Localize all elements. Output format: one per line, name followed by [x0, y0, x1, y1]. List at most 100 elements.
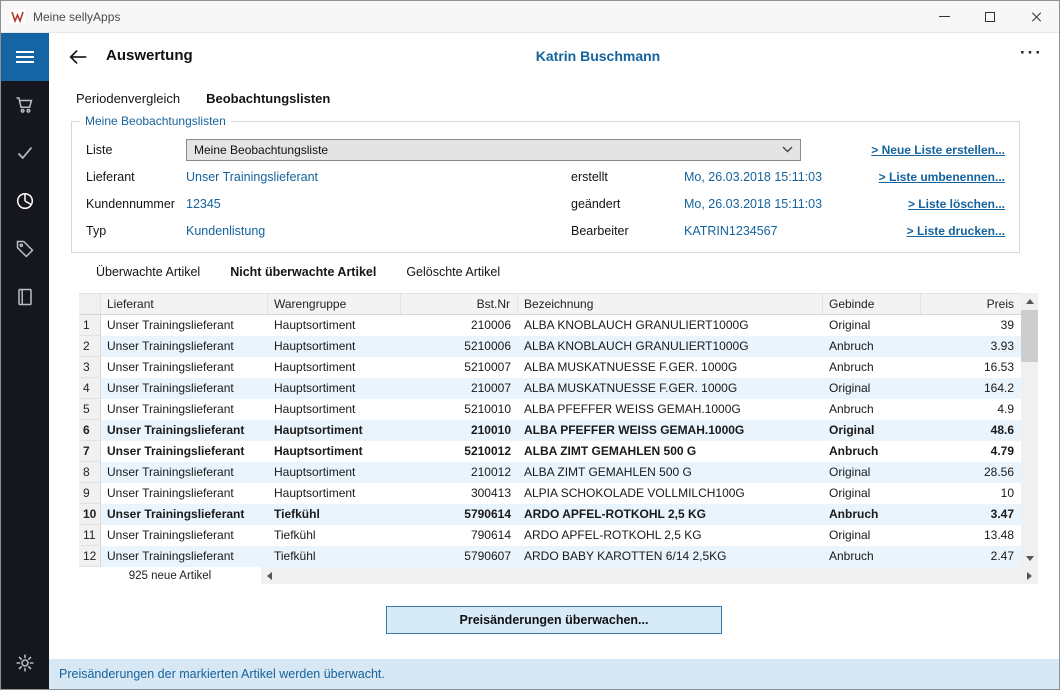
table-row[interactable]: 9 Unser Trainingslieferant Hauptsortimen…: [79, 483, 1021, 504]
scroll-down-button[interactable]: [1021, 550, 1038, 567]
table-row[interactable]: 3 Unser Trainingslieferant Hauptsortimen…: [79, 357, 1021, 378]
nav-prices[interactable]: [1, 225, 49, 273]
cell-bstnr: 210006: [401, 315, 518, 336]
row-number: 9: [79, 483, 101, 504]
cell-gebinde: Original: [823, 483, 921, 504]
link-liste-loeschen[interactable]: > Liste löschen...: [908, 197, 1005, 211]
link-liste-drucken[interactable]: > Liste drucken...: [907, 224, 1005, 238]
minimize-button[interactable]: [921, 1, 967, 33]
watch-price-changes-button[interactable]: Preisänderungen überwachen...: [386, 606, 722, 634]
cell-preis: 39: [921, 315, 1021, 336]
scroll-up-button[interactable]: [1021, 293, 1038, 310]
scroll-right-button[interactable]: [1021, 567, 1038, 584]
cell-gebinde: Original: [823, 315, 921, 336]
table-row[interactable]: 1 Unser Trainingslieferant Hauptsortimen…: [79, 315, 1021, 336]
header-lieferant[interactable]: Lieferant: [101, 294, 268, 314]
table-row[interactable]: 5 Unser Trainingslieferant Hauptsortimen…: [79, 399, 1021, 420]
status-message: Preisänderungen der markierten Artikel w…: [59, 667, 385, 681]
table-row[interactable]: 6 Unser Trainingslieferant Hauptsortimen…: [79, 420, 1021, 441]
back-arrow-icon: [67, 46, 89, 68]
settings-button[interactable]: [1, 641, 49, 685]
table-row[interactable]: 8 Unser Trainingslieferant Hauptsortimen…: [79, 462, 1021, 483]
cell-gebinde: Original: [823, 420, 921, 441]
cell-lieferant: Unser Trainingslieferant: [101, 441, 268, 462]
cell-gebinde: Anbruch: [823, 399, 921, 420]
row-number: 8: [79, 462, 101, 483]
erstellt-value: Mo, 26.03.2018 15:11:03: [684, 170, 879, 184]
table-row[interactable]: 7 Unser Trainingslieferant Hauptsortimen…: [79, 441, 1021, 462]
nav-tasks[interactable]: [1, 129, 49, 177]
table-row[interactable]: 12 Unser Trainingslieferant Tiefkühl 579…: [79, 546, 1021, 567]
maximize-button[interactable]: [967, 1, 1013, 33]
subtab-nicht-ueberwachte[interactable]: Nicht überwachte Artikel: [230, 265, 376, 285]
cell-bezeichnung: ALBA MUSKATNUESSE F.GER. 1000G: [518, 357, 823, 378]
link-liste-umbenennen[interactable]: > Liste umbenennen...: [879, 170, 1005, 184]
cell-gebinde: Anbruch: [823, 441, 921, 462]
tab-periodenvergleich[interactable]: Periodenvergleich: [76, 91, 180, 113]
scroll-left-button[interactable]: [261, 567, 278, 584]
row-number: 11: [79, 525, 101, 546]
horizontal-scrollbar-track[interactable]: [278, 567, 1021, 584]
cell-bezeichnung: ALBA PFEFFER WEISS GEMAH.1000G: [518, 399, 823, 420]
menu-button[interactable]: [1, 33, 49, 81]
cell-preis: 4.79: [921, 441, 1021, 462]
cell-bezeichnung: ARDO BABY KAROTTEN 6/14 2,5KG: [518, 546, 823, 567]
checkmark-icon: [15, 143, 35, 163]
header-preis[interactable]: Preis: [921, 294, 1021, 314]
cell-warengruppe: Hauptsortiment: [268, 462, 401, 483]
header-warengruppe[interactable]: Warengruppe: [268, 294, 401, 314]
tab-beobachtungslisten[interactable]: Beobachtungslisten: [206, 91, 330, 113]
table-row[interactable]: 2 Unser Trainingslieferant Hauptsortimen…: [79, 336, 1021, 357]
row-liste: Liste Meine Beobachtungsliste > Neue Lis…: [86, 136, 1005, 163]
subtab-ueberwachte[interactable]: Überwachte Artikel: [96, 265, 200, 285]
header-gebinde[interactable]: Gebinde: [823, 294, 921, 314]
vertical-scrollbar-thumb[interactable]: [1021, 310, 1038, 362]
arrow-down-icon: [1026, 556, 1034, 561]
pie-chart-icon: [15, 191, 35, 211]
header-bezeichnung[interactable]: Bezeichnung: [518, 294, 823, 314]
cell-bstnr: 5210006: [401, 336, 518, 357]
back-button[interactable]: [67, 46, 89, 73]
cell-gebinde: Anbruch: [823, 336, 921, 357]
cell-preis: 3.47: [921, 504, 1021, 525]
table-row[interactable]: 11 Unser Trainingslieferant Tiefkühl 790…: [79, 525, 1021, 546]
article-table-body: 1 Unser Trainingslieferant Hauptsortimen…: [79, 315, 1021, 567]
close-button[interactable]: [1013, 1, 1059, 33]
nav-catalog[interactable]: [1, 273, 49, 321]
nav-analytics[interactable]: [1, 177, 49, 225]
cell-bstnr: 5210012: [401, 441, 518, 462]
cell-warengruppe: Hauptsortiment: [268, 336, 401, 357]
more-button[interactable]: ···: [1020, 43, 1043, 63]
kundennummer-value: 12345: [186, 197, 571, 211]
cell-lieferant: Unser Trainingslieferant: [101, 315, 268, 336]
cell-gebinde: Original: [823, 378, 921, 399]
link-neue-liste[interactable]: > Neue Liste erstellen...: [871, 143, 1005, 157]
table-row[interactable]: 10 Unser Trainingslieferant Tiefkühl 579…: [79, 504, 1021, 525]
close-icon: [1030, 11, 1042, 23]
price-tag-icon: [15, 239, 35, 259]
lieferant-value: Unser Trainingslieferant: [186, 170, 571, 184]
cell-bezeichnung: ALBA MUSKATNUESSE F.GER. 1000G: [518, 378, 823, 399]
cell-lieferant: Unser Trainingslieferant: [101, 483, 268, 504]
cell-lieferant: Unser Trainingslieferant: [101, 546, 268, 567]
table-row[interactable]: 4 Unser Trainingslieferant Hauptsortimen…: [79, 378, 1021, 399]
header-bstnr[interactable]: Bst.Nr: [401, 294, 518, 314]
row-number: 2: [79, 336, 101, 357]
nav-orders[interactable]: [1, 81, 49, 129]
liste-dropdown[interactable]: Meine Beobachtungsliste: [186, 139, 801, 161]
article-subtabs: Überwachte Artikel Nicht überwachte Arti…: [96, 265, 1059, 285]
cell-preis: 2.47: [921, 546, 1021, 567]
cell-warengruppe: Tiefkühl: [268, 546, 401, 567]
typ-label: Typ: [86, 224, 186, 238]
minimize-icon: [939, 16, 950, 17]
cell-warengruppe: Hauptsortiment: [268, 315, 401, 336]
action-row: Preisänderungen überwachen...: [49, 606, 1059, 634]
cell-preis: 4.9: [921, 399, 1021, 420]
row-number: 10: [79, 504, 101, 525]
table-header: Lieferant Warengruppe Bst.Nr Bezeichnung…: [79, 293, 1021, 315]
horizontal-scrollbar: [261, 567, 1038, 584]
subtab-geloeschte[interactable]: Gelöschte Artikel: [406, 265, 500, 285]
cell-preis: 3.93: [921, 336, 1021, 357]
cell-bezeichnung: ALBA PFEFFER WEISS GEMAH.1000G: [518, 420, 823, 441]
cell-bezeichnung: ALBA ZIMT GEMAHLEN 500 G: [518, 441, 823, 462]
